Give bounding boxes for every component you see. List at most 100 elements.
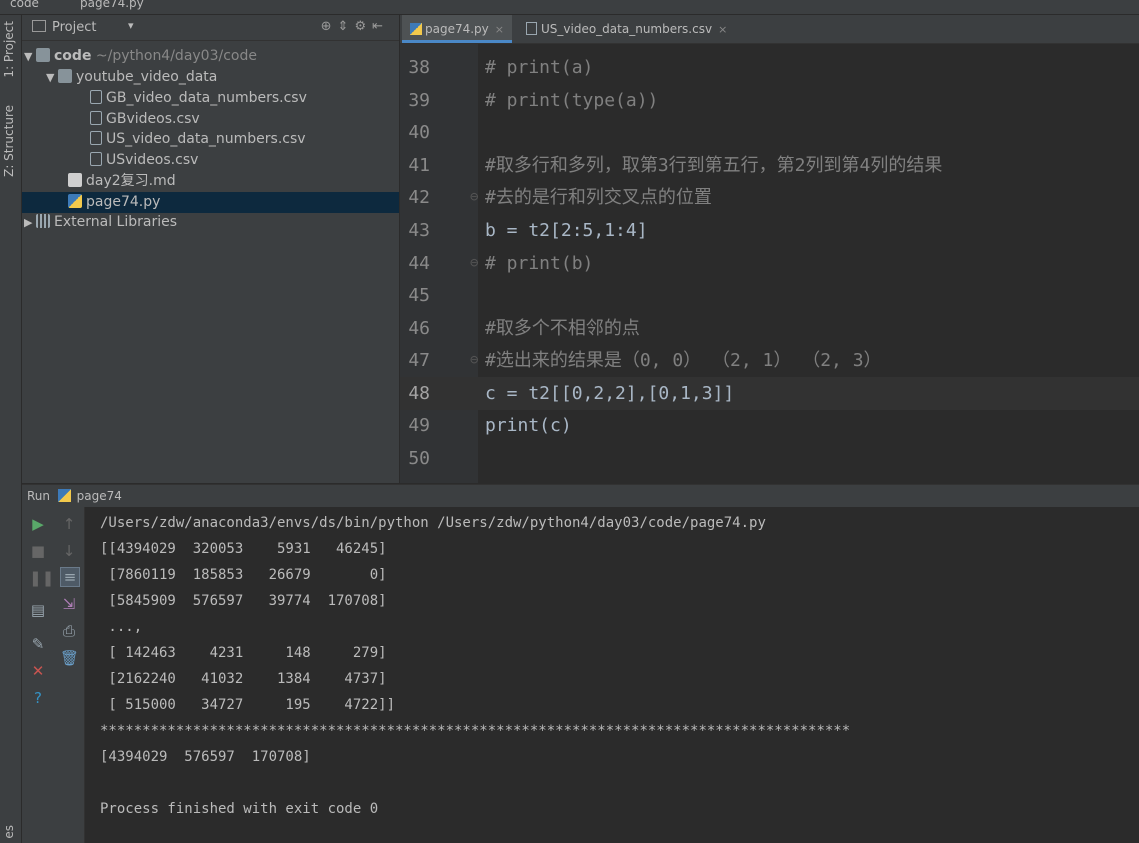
tree-node-file[interactable]: US_video_data_numbers.csv [90,129,306,150]
run-panel-header: Run page74 [22,484,1139,507]
panel-tools: ⊕⇕⚙⇤ [321,19,389,34]
code-editor: page74.py × US_video_data_numbers.csv × 38… [400,15,1139,483]
folder-icon [36,48,50,62]
line-text: b = t2[2:5,1:4] [485,220,648,241]
print-icon[interactable]: ⎙ [60,622,78,640]
line-number: 42 [408,187,430,208]
run-config-name[interactable]: page74 [77,489,122,503]
line-number: 43 [408,220,430,241]
stop-icon[interactable]: ■ [29,542,47,560]
gear-icon[interactable]: ⚙ [354,19,372,34]
line-text: print(c) [485,415,572,436]
project-view-icon [32,20,46,32]
python-file-icon [68,194,82,208]
code-line[interactable]: 38 # print(a) [400,51,1139,84]
tree-label: page74.py [86,194,161,210]
project-view-selector[interactable]: Project [52,20,96,35]
console-line: [2162240 41032 1384 4737] [100,671,387,687]
tree-label: GBvideos.csv [106,111,200,127]
expand-arrow-icon[interactable]: ▶ [24,212,36,233]
collapse-icon[interactable]: ⇕ [338,19,355,34]
tree-label: External Libraries [54,214,177,230]
tab-us-video-data[interactable]: US_video_data_numbers.csv × [518,15,735,43]
code-line[interactable]: 39 # print(type(a)) [400,84,1139,117]
csv-file-icon [526,22,537,35]
code-line[interactable]: 42 ⊖ #去的是行和列交叉点的位置 [400,181,1139,214]
breadcrumb-file[interactable]: page74.py [80,0,144,10]
tree-node-page74[interactable]: page74.py [22,192,399,213]
close-icon[interactable]: ✕ [29,662,47,680]
csv-file-icon [90,131,102,145]
project-tool-tab[interactable]: 1: Project [2,21,16,78]
trash-icon[interactable]: 🗑 [60,649,79,667]
tree-node-code[interactable]: ▼ code ~/python4/day03/code [24,46,257,67]
tree-label: day2复习.md [86,173,176,189]
expand-arrow-icon[interactable]: ▼ [46,67,58,88]
code-line[interactable]: 43 b = t2[2:5,1:4] [400,214,1139,247]
tree-node-file[interactable]: GB_video_data_numbers.csv [90,88,307,109]
console-line: [[4394029 320053 5931 46245] [100,541,387,557]
code-line-current[interactable]: 48 c = t2[[0,2,2],[0,1,3]] [400,377,1139,410]
fold-icon[interactable]: ⊖ [470,247,478,280]
code-line[interactable]: 47 ⊖ #选出来的结果是（0, 0） （2, 1） （2, 3） [400,344,1139,377]
locate-icon[interactable]: ⊕ [321,19,338,34]
run-toolbar-primary: ▶ ■ ❚❚ ▤ ✎ ✕ ? [22,507,54,843]
code-line[interactable]: 41 #取多行和多列，取第3行到第五行，第2列到第4列的结果 [400,149,1139,182]
console-line: [ 515000 34727 195 4722]] [100,697,396,713]
scroll-to-end-icon[interactable]: ⇲ [60,595,78,613]
run-icon[interactable]: ▶ [29,515,47,533]
run-toolbar-secondary: ↑ ↓ ≡ ⇲ ⎙ 🗑 [53,507,85,843]
tree-node-file[interactable]: day2复习.md [68,171,176,192]
soft-wrap-icon[interactable]: ≡ [60,567,80,587]
close-icon[interactable]: × [495,23,504,36]
line-number: 46 [408,318,430,339]
project-panel: Project ▾ ⊕⇕⚙⇤ ▼ code ~/python4/day03/cod… [22,15,399,483]
code-line[interactable]: 49 print(c) [400,409,1139,442]
help-icon[interactable]: ? [29,689,47,707]
line-text: #选出来的结果是（0, 0） （2, 1） （2, 3） [485,350,882,371]
run-label: Run [27,489,51,503]
pin-icon[interactable]: ✎ [29,635,47,653]
library-icon [36,214,50,228]
tree-path: ~/python4/day03/code [95,48,257,64]
hide-icon[interactable]: ⇤ [372,19,389,34]
code-line[interactable]: 44 ⊖ # print(b) [400,247,1139,280]
tab-label: page74.py [425,22,489,36]
run-console[interactable]: /Users/zdw/anaconda3/envs/ds/bin/python … [85,507,1139,843]
pause-icon[interactable]: ❚❚ [29,569,54,587]
tree-node-youtube-video-data[interactable]: ▼ youtube_video_data [46,67,217,88]
close-icon[interactable]: × [718,23,727,36]
code-line[interactable]: 40 [400,116,1139,149]
console-line: ****************************************… [100,723,851,739]
markdown-file-icon [68,173,82,187]
line-text: # print(a) [485,57,594,78]
tree-node-file[interactable]: USvideos.csv [90,150,198,171]
python-file-icon [410,23,422,35]
breadcrumb-project[interactable]: code [10,0,39,10]
line-text: #取多行和多列，取第3行到第五行，第2列到第4列的结果 [485,155,943,176]
csv-file-icon [90,152,102,166]
code-line[interactable]: 45 [400,279,1139,312]
tree-node-external-libraries[interactable]: ▶ External Libraries [24,212,177,233]
restore-layout-icon[interactable]: ▤ [29,601,47,619]
fold-icon[interactable]: ⊖ [470,344,478,377]
line-text: c = t2[[0,2,2],[0,1,3]] [485,383,735,404]
csv-file-icon [90,111,102,125]
structure-tool-tab[interactable]: Z: Structure [2,105,16,177]
tree-label: GB_video_data_numbers.csv [106,90,307,106]
down-arrow-icon[interactable]: ↓ [60,542,78,560]
python-file-icon [57,489,71,502]
console-line: [4394029 576597 170708] [100,749,311,765]
tree-node-file[interactable]: GBvideos.csv [90,109,200,130]
fold-icon[interactable]: ⊖ [470,181,478,214]
bottom-tool-tab[interactable]: es [2,825,16,839]
tab-page74[interactable]: page74.py × [402,15,512,43]
line-number: 49 [408,415,430,436]
code-line[interactable]: 50 [400,442,1139,470]
chevron-down-icon[interactable]: ▾ [128,19,134,32]
up-arrow-icon[interactable]: ↑ [60,515,78,533]
line-number: 48 [408,383,430,404]
line-number: 50 [408,448,430,469]
expand-arrow-icon[interactable]: ▼ [24,46,36,67]
code-line[interactable]: 46 #取多个不相邻的点 [400,312,1139,345]
